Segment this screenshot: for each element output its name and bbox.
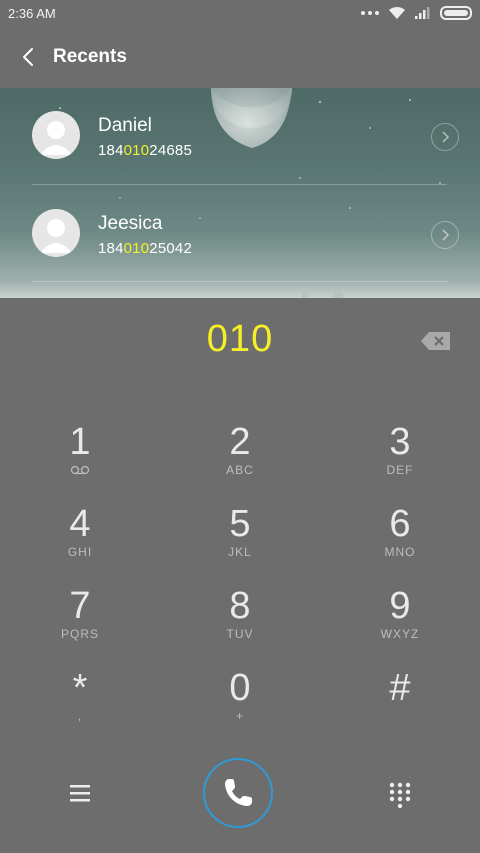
phone-icon [225,779,252,806]
recent-call-item[interactable]: Daniel 18401024685 [0,88,480,184]
key-7[interactable]: 7 PQRS [0,584,160,664]
contact-number: 18401025042 [98,240,192,257]
dialed-number: 010 [206,318,274,360]
dialpad-icon[interactable] [388,782,412,808]
person-icon [40,121,72,155]
chevron-left-icon[interactable] [18,46,40,68]
key-5[interactable]: 5 JKL [160,502,320,582]
signal-icon [415,7,430,19]
key-6[interactable]: 6 MNO [320,502,480,582]
key-8[interactable]: 8 TUV [160,584,320,664]
status-icons [361,6,472,20]
key-2[interactable]: 2 ABC [160,420,320,500]
avatar [32,209,80,257]
menu-icon[interactable] [68,781,92,805]
status-bar: 2:36 AM [0,0,480,28]
chevron-right-icon[interactable] [431,123,459,151]
key-3[interactable]: 3 DEF [320,420,480,500]
avatar [32,111,80,159]
contact-name: Jeesica [98,213,163,234]
more-notifications-icon [361,11,379,15]
chevron-right-icon[interactable] [431,221,459,249]
recents-list: Daniel 18401024685 Jeesica 18401025042 [0,88,480,298]
page-title: Recents [53,46,127,67]
key-star[interactable]: * , [0,666,160,746]
key-9[interactable]: 9 WXYZ [320,584,480,664]
key-0[interactable]: 0 + [160,666,320,746]
key-4[interactable]: 4 GHI [0,502,160,582]
key-1[interactable]: 1 [0,420,160,500]
contact-number: 18401024685 [98,142,192,159]
voicemail-icon [70,465,90,475]
status-time: 2:36 AM [8,6,56,21]
list-divider [32,281,447,282]
backspace-icon[interactable] [420,331,452,351]
contact-name: Daniel [98,115,152,136]
list-divider [32,184,447,185]
call-button[interactable] [203,758,273,828]
app-header: Recents [0,28,480,88]
recent-call-item[interactable]: Jeesica 18401025042 [0,186,480,282]
key-hash[interactable]: # [320,666,480,746]
wifi-icon [389,6,405,19]
battery-icon [440,6,472,20]
person-icon [40,219,72,253]
